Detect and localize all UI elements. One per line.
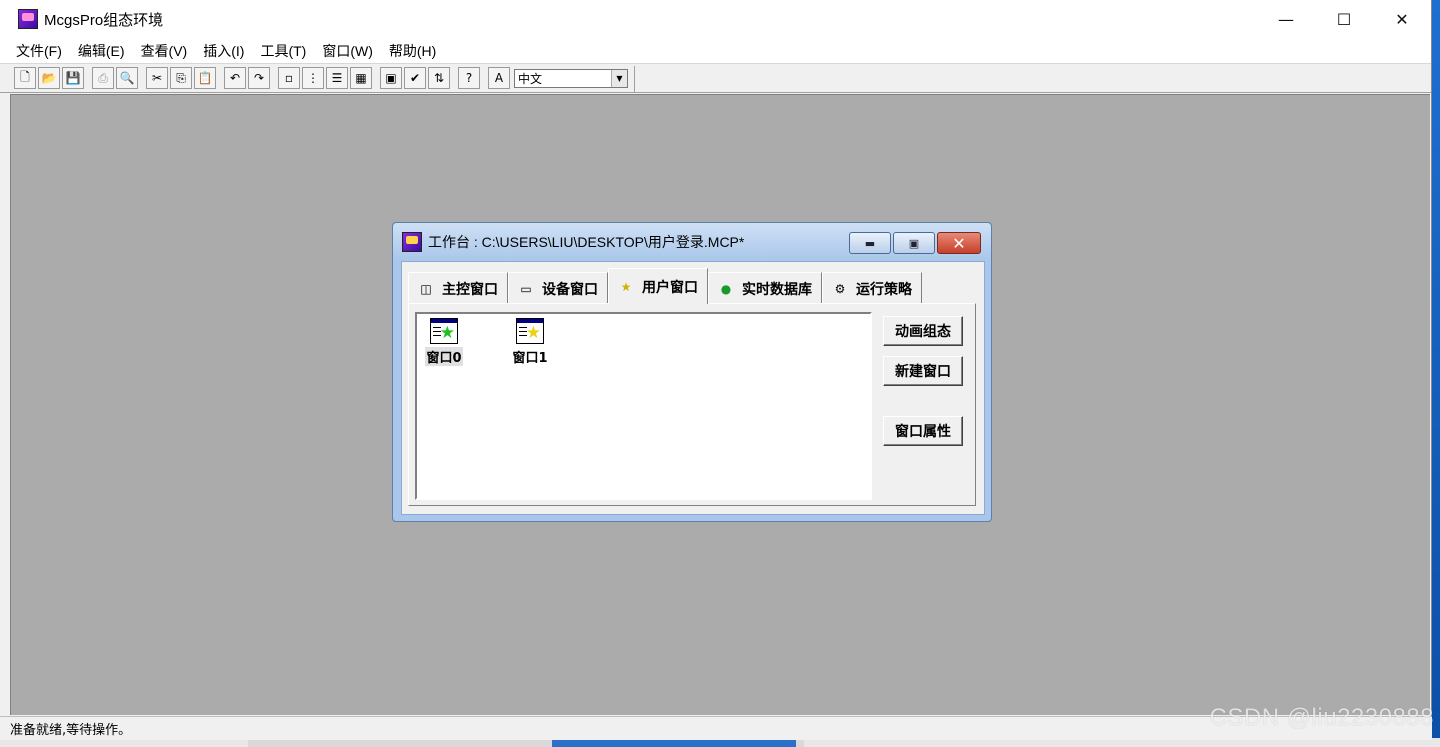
user-window-icon: ★	[620, 279, 632, 294]
user-window-list[interactable]: ★ 窗口0 ★ 窗口1	[415, 312, 872, 500]
open-folder-icon[interactable]: 📂	[38, 67, 60, 89]
window-item-label: 窗口1	[512, 351, 548, 366]
database-icon: ●	[720, 281, 732, 296]
workbench-window-controls: ▬ ▣ ✕	[847, 232, 981, 254]
redo-icon[interactable]: ↷	[248, 67, 270, 89]
workbench-title-bar[interactable]: 工作台 : C:\USERS\LIU\DESKTOP\用户登录.MCP* ▬ ▣…	[393, 223, 991, 261]
minimize-button[interactable]: —	[1257, 0, 1315, 38]
tab-label: 设备窗口	[542, 281, 598, 298]
status-text: 准备就绪,等待操作。	[10, 723, 132, 738]
tab-realtime-database[interactable]: ● 实时数据库	[708, 272, 822, 304]
undo-icon[interactable]: ↶	[224, 67, 246, 89]
title-bar: McgsPro组态环境 — ☐ ✕	[0, 0, 1431, 38]
animation-config-button[interactable]: 动画组态	[883, 316, 963, 346]
copy-icon[interactable]: ⎘	[170, 67, 192, 89]
tab-user-window[interactable]: ★ 用户窗口	[608, 268, 708, 304]
properties-icon[interactable]: ▣	[380, 67, 402, 89]
menu-view[interactable]: 查看(V)	[133, 41, 196, 61]
workbench-window: 工作台 : C:\USERS\LIU\DESKTOP\用户登录.MCP* ▬ ▣…	[392, 222, 992, 522]
chevron-down-icon[interactable]: ▼	[611, 69, 627, 87]
new-file-icon[interactable]: 🗋	[14, 67, 36, 89]
workbench-icon	[402, 232, 422, 252]
main-window-icon: ◫	[420, 281, 432, 296]
menu-window[interactable]: 窗口(W)	[314, 41, 381, 61]
menu-bar: 文件(F) 编辑(E) 查看(V) 插入(I) 工具(T) 窗口(W) 帮助(H…	[0, 38, 1431, 63]
tab-device-window[interactable]: ▭ 设备窗口	[508, 272, 608, 304]
list-item[interactable]: ★ 窗口0	[419, 318, 469, 366]
help-icon[interactable]: ?	[458, 67, 480, 89]
save-icon[interactable]: 💾	[62, 67, 84, 89]
small-icons-view-icon[interactable]: ⋮	[302, 67, 324, 89]
list-item[interactable]: ★ 窗口1	[505, 318, 555, 366]
workbench-title: 工作台 : C:\USERS\LIU\DESKTOP\用户登录.MCP*	[428, 234, 745, 250]
workbench-close-button[interactable]: ✕	[937, 232, 981, 254]
window-properties-button[interactable]: 窗口属性	[883, 416, 963, 446]
mcgs-app-icon	[18, 9, 38, 29]
details-view-icon[interactable]: ▦	[350, 67, 372, 89]
maximize-button[interactable]: ☐	[1315, 0, 1373, 38]
window-item-label: 窗口0	[425, 347, 463, 366]
language-select[interactable]: 中文 ▼	[514, 68, 628, 88]
tab-label: 主控窗口	[442, 281, 498, 298]
tab-label: 实时数据库	[742, 281, 812, 298]
language-icon[interactable]: A	[488, 67, 510, 89]
close-button[interactable]: ✕	[1373, 0, 1431, 38]
workbench-tabs: ◫ 主控窗口 ▭ 设备窗口 ★ 用户窗口 ● 实时数据库 ⚙ 运行策略	[408, 268, 922, 304]
green-star-icon: ★	[439, 323, 455, 343]
window-title: McgsPro组态环境	[44, 11, 164, 29]
user-window-item-icon: ★	[516, 318, 544, 344]
watermark-text: CSDN @liu2230888	[1209, 704, 1434, 731]
tab-label: 运行策略	[856, 281, 912, 298]
new-window-button[interactable]: 新建窗口	[883, 356, 963, 386]
check-icon[interactable]: ✔	[404, 67, 426, 89]
workbench-minimize-button[interactable]: ▬	[849, 232, 891, 254]
menu-help[interactable]: 帮助(H)	[381, 41, 444, 61]
large-icons-view-icon[interactable]: ▫	[278, 67, 300, 89]
window-controls: — ☐ ✕	[1257, 0, 1431, 38]
print-preview-icon[interactable]: 🔍	[116, 67, 138, 89]
workbench-maximize-button[interactable]: ▣	[893, 232, 935, 254]
menu-file[interactable]: 文件(F)	[8, 41, 70, 61]
strategy-icon: ⚙	[834, 281, 846, 296]
cut-icon[interactable]: ✂	[146, 67, 168, 89]
paste-icon[interactable]: 📋	[194, 67, 216, 89]
yellow-star-icon: ★	[525, 323, 541, 343]
menu-tools[interactable]: 工具(T)	[252, 41, 314, 61]
tab-main-window[interactable]: ◫ 主控窗口	[408, 272, 508, 304]
workbench-body: ◫ 主控窗口 ▭ 设备窗口 ★ 用户窗口 ● 实时数据库 ⚙ 运行策略 ★ 窗口…	[401, 261, 985, 515]
menu-insert[interactable]: 插入(I)	[195, 41, 252, 61]
tab-run-strategy[interactable]: ⚙ 运行策略	[822, 272, 922, 304]
print-icon[interactable]: ⎙	[92, 67, 114, 89]
menu-edit[interactable]: 编辑(E)	[70, 41, 133, 61]
list-view-icon[interactable]: ☰	[326, 67, 348, 89]
user-window-panel: ★ 窗口0 ★ 窗口1 动画组态 新建窗口 窗口属性	[408, 303, 976, 506]
user-window-item-icon: ★	[430, 318, 458, 344]
device-window-icon: ▭	[520, 281, 532, 296]
sort-icon[interactable]: ⇅	[428, 67, 450, 89]
toolbar: 🗋 📂 💾 ⎙ 🔍 ✂ ⎘ 📋 ↶ ↷ ▫ ⋮ ☰ ▦ ▣ ✔ ⇅ ? A 中文…	[0, 63, 1431, 93]
tab-label: 用户窗口	[642, 279, 698, 296]
language-select-value: 中文	[518, 71, 543, 86]
